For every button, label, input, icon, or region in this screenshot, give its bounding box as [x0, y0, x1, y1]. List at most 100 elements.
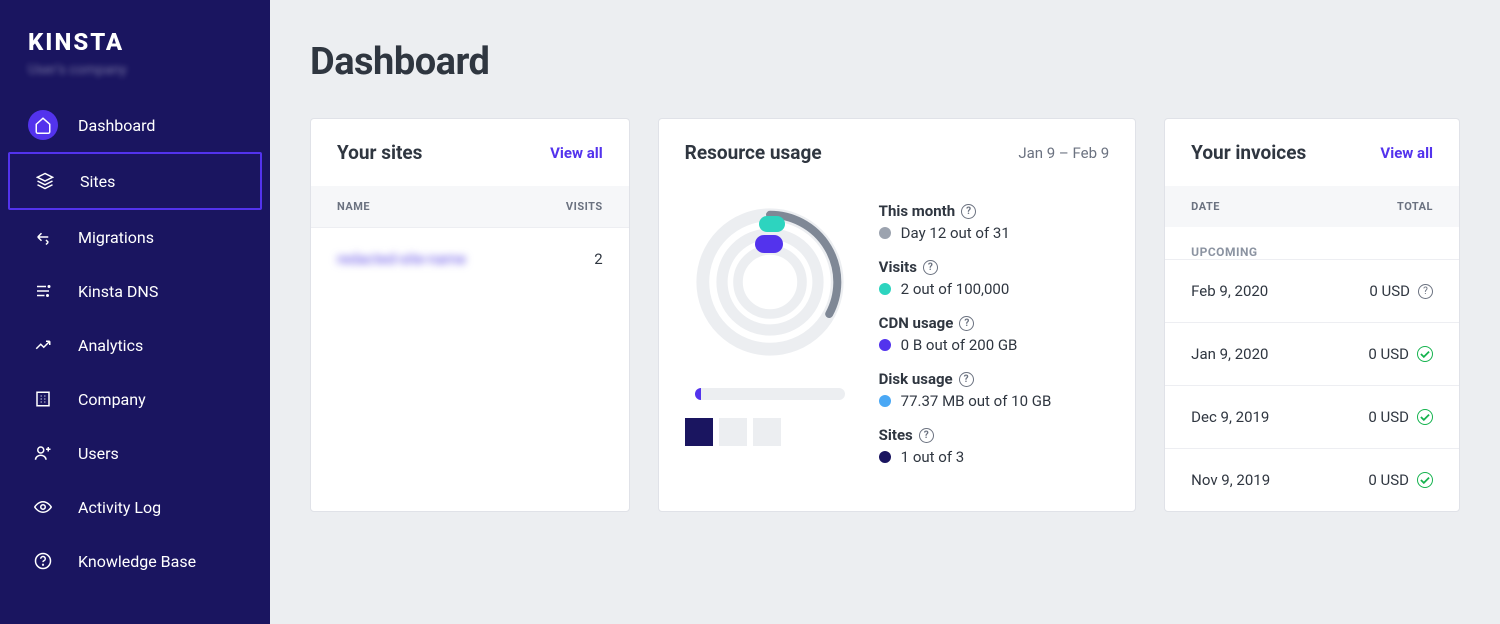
table-row[interactable]: Feb 9, 2020 0 USD? — [1165, 259, 1459, 322]
table-row[interactable]: Jan 9, 2020 0 USD — [1165, 322, 1459, 385]
sidebar-item-sites[interactable]: Sites — [8, 152, 262, 210]
table-header: NAME VISITS — [311, 186, 629, 227]
sidebar-item-company[interactable]: Company — [8, 372, 262, 426]
table-header: DATE TOTAL — [1165, 186, 1459, 227]
table-row[interactable]: Dec 9, 2019 0 USD — [1165, 385, 1459, 448]
eye-icon — [28, 492, 58, 522]
metric-label: This month — [879, 202, 955, 220]
sites-squares — [685, 418, 781, 446]
help-icon[interactable]: ? — [959, 372, 974, 387]
nav-label: Knowledge Base — [78, 552, 196, 571]
sites-card: Your sites View all NAME VISITS redacted… — [310, 118, 630, 512]
check-icon — [1417, 472, 1433, 488]
site-visits: 2 — [594, 250, 602, 268]
help-icon[interactable]: ? — [959, 316, 974, 331]
cards-row: Your sites View all NAME VISITS redacted… — [310, 118, 1460, 512]
nav-label: Migrations — [78, 228, 154, 247]
page-title: Dashboard — [310, 40, 1460, 84]
nav-label: Dashboard — [78, 116, 155, 135]
migrate-icon — [28, 222, 58, 252]
metric-disk: Disk usage? 77.37 MB out of 10 GB — [879, 370, 1110, 410]
nav-label: Users — [78, 444, 119, 463]
nav-label: Company — [78, 390, 146, 409]
site-slot-empty — [753, 418, 781, 446]
metric-label: Visits — [879, 258, 917, 276]
help-icon[interactable]: ? — [919, 428, 934, 443]
nav-label: Sites — [80, 172, 115, 191]
donut-chart — [690, 202, 850, 362]
invoice-total: 0 USD — [1368, 408, 1409, 426]
sidebar-item-kb[interactable]: Knowledge Base — [8, 534, 262, 588]
card-title: Your sites — [337, 141, 422, 164]
dot-icon — [879, 395, 891, 407]
view-all-link[interactable]: View all — [1380, 144, 1433, 162]
table-row[interactable]: redacted-site-name 2 — [311, 227, 629, 290]
card-title: Resource usage — [685, 141, 822, 164]
help-icon[interactable]: ? — [961, 204, 976, 219]
metric-value: 77.37 MB out of 10 GB — [901, 392, 1052, 410]
date-range: Jan 9 – Feb 9 — [1018, 144, 1109, 162]
sidebar-item-activity[interactable]: Activity Log — [8, 480, 262, 534]
usage-chart — [685, 202, 855, 466]
dot-icon — [879, 227, 891, 239]
invoice-date: Jan 9, 2020 — [1191, 345, 1268, 363]
site-name: redacted-site-name — [337, 250, 466, 268]
metrics-list: This month? Day 12 out of 31 Visits? 2 o… — [879, 202, 1110, 466]
check-icon — [1417, 346, 1433, 362]
cdn-blob — [755, 235, 783, 253]
resource-card: Resource usage Jan 9 – Feb 9 — [658, 118, 1137, 512]
metric-label: Disk usage — [879, 370, 953, 388]
brand-logo: KINSTA — [0, 20, 270, 62]
col-total: TOTAL — [1397, 200, 1433, 213]
sidebar-item-dashboard[interactable]: Dashboard — [8, 98, 262, 152]
metric-cdn: CDN usage? 0 B out of 200 GB — [879, 314, 1110, 354]
col-visits: VISITS — [566, 200, 603, 213]
metric-value: 1 out of 3 — [901, 448, 965, 466]
sidebar-item-dns[interactable]: Kinsta DNS — [8, 264, 262, 318]
company-name: User's company — [0, 62, 270, 98]
invoice-date: Nov 9, 2019 — [1191, 471, 1270, 489]
layers-icon — [30, 166, 60, 196]
nav-label: Kinsta DNS — [78, 282, 158, 301]
table-row[interactable]: Nov 9, 2019 0 USD — [1165, 448, 1459, 511]
invoice-total: 0 USD — [1368, 471, 1409, 489]
view-all-link[interactable]: View all — [550, 144, 603, 162]
metric-value: 0 B out of 200 GB — [901, 336, 1018, 354]
user-plus-icon — [28, 438, 58, 468]
invoice-total: 0 USD — [1369, 282, 1410, 300]
visits-blob — [759, 216, 785, 232]
invoice-total: 0 USD — [1368, 345, 1409, 363]
main-content: Dashboard Your sites View all NAME VISIT… — [270, 0, 1500, 624]
help-icon[interactable]: ? — [923, 260, 938, 275]
invoice-date: Dec 9, 2019 — [1191, 408, 1269, 426]
invoice-date: Feb 9, 2020 — [1191, 282, 1268, 300]
col-name: NAME — [337, 200, 370, 213]
building-icon — [28, 384, 58, 414]
chart-icon — [28, 330, 58, 360]
dot-icon — [879, 451, 891, 463]
upcoming-label: UPCOMING — [1165, 227, 1459, 259]
metric-label: CDN usage — [879, 314, 954, 332]
card-title: Your invoices — [1191, 141, 1306, 164]
nav-list: Dashboard Sites Migrations Kinsta DNS An… — [0, 98, 270, 588]
sidebar-item-users[interactable]: Users — [8, 426, 262, 480]
sidebar-item-migrations[interactable]: Migrations — [8, 210, 262, 264]
disk-progress-bar — [695, 388, 845, 400]
dot-icon — [879, 283, 891, 295]
metric-value: 2 out of 100,000 — [901, 280, 1010, 298]
check-icon — [1417, 409, 1433, 425]
col-date: DATE — [1191, 200, 1220, 213]
dns-icon — [28, 276, 58, 306]
dot-icon — [879, 339, 891, 351]
site-slot-used — [685, 418, 713, 446]
metric-sites: Sites? 1 out of 3 — [879, 426, 1110, 466]
nav-label: Analytics — [78, 336, 143, 355]
invoices-card: Your invoices View all DATE TOTAL UPCOMI… — [1164, 118, 1460, 512]
help-icon[interactable]: ? — [1418, 284, 1433, 299]
metric-month: This month? Day 12 out of 31 — [879, 202, 1110, 242]
metric-visits: Visits? 2 out of 100,000 — [879, 258, 1110, 298]
sidebar-item-analytics[interactable]: Analytics — [8, 318, 262, 372]
metric-label: Sites — [879, 426, 913, 444]
site-slot-empty — [719, 418, 747, 446]
sidebar: KINSTA User's company Dashboard Sites Mi… — [0, 0, 270, 624]
